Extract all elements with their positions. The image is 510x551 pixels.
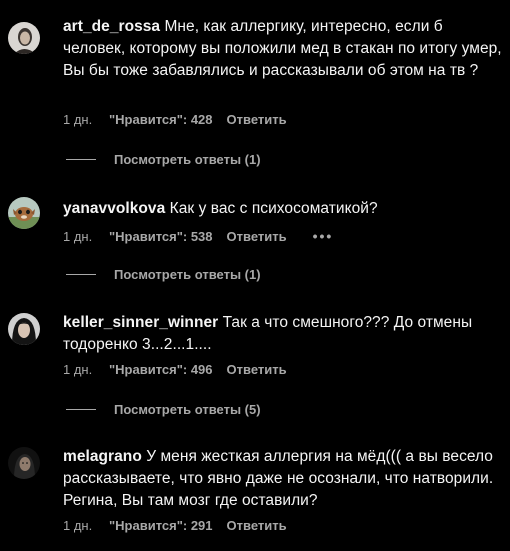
comment-username[interactable]: melagrano [63, 448, 142, 465]
comment-body: Как у вас с психосоматикой? [169, 200, 378, 217]
comment-meta: 1 дн. "Нравится": 538 Ответить ••• [63, 227, 333, 245]
view-replies-button[interactable]: Посмотреть ответы (1) [66, 151, 261, 169]
likes-count[interactable]: "Нравится": 291 [109, 517, 213, 535]
reply-button[interactable]: Ответить [227, 517, 287, 535]
avatar[interactable] [8, 447, 40, 479]
comment-text: yanavvolkova Как у вас с психосоматикой? [63, 198, 503, 220]
comment-username[interactable]: keller_sinner_winner [63, 314, 218, 331]
likes-count[interactable]: "Нравится": 496 [109, 361, 213, 379]
avatar[interactable] [8, 197, 40, 229]
comment-meta: 1 дн. "Нравится": 496 Ответить [63, 361, 287, 379]
comment-time[interactable]: 1 дн. [63, 517, 109, 535]
replies-divider-line [66, 159, 96, 161]
user-avatar-icon [8, 22, 40, 54]
user-avatar-icon [8, 197, 40, 229]
likes-count[interactable]: "Нравится": 428 [109, 111, 213, 129]
reply-button[interactable]: Ответить [227, 111, 287, 129]
user-avatar-icon [8, 447, 40, 479]
view-replies-label: Посмотреть ответы (1) [114, 152, 261, 167]
comment-username[interactable]: yanavvolkova [63, 200, 165, 217]
comment-time[interactable]: 1 дн. [63, 361, 109, 379]
comment-meta: 1 дн. "Нравится": 428 Ответить [63, 111, 287, 129]
view-replies-label: Посмотреть ответы (1) [114, 267, 261, 282]
comment-text: melagrano У меня жесткая аллергия на мёд… [63, 446, 503, 512]
likes-count[interactable]: "Нравится": 538 [109, 228, 213, 246]
comment-meta: 1 дн. "Нравится": 291 Ответить [63, 517, 287, 535]
replies-divider-line [66, 274, 96, 276]
comment-time[interactable]: 1 дн. [63, 228, 109, 246]
more-options-icon[interactable]: ••• [313, 227, 334, 245]
view-replies-button[interactable]: Посмотреть ответы (5) [66, 401, 261, 419]
reply-button[interactable]: Ответить [227, 228, 287, 246]
comment-text: art_de_rossa Мне, как аллергику, интерес… [63, 16, 503, 82]
avatar[interactable] [8, 22, 40, 54]
avatar[interactable] [8, 313, 40, 345]
user-avatar-icon [8, 313, 40, 345]
comment-text: keller_sinner_winner Так а что смешного?… [63, 312, 503, 356]
view-replies-label: Посмотреть ответы (5) [114, 402, 261, 417]
view-replies-button[interactable]: Посмотреть ответы (1) [66, 266, 261, 284]
reply-button[interactable]: Ответить [227, 361, 287, 379]
comment-time[interactable]: 1 дн. [63, 111, 109, 129]
comment-username[interactable]: art_de_rossa [63, 18, 160, 35]
replies-divider-line [66, 409, 96, 411]
